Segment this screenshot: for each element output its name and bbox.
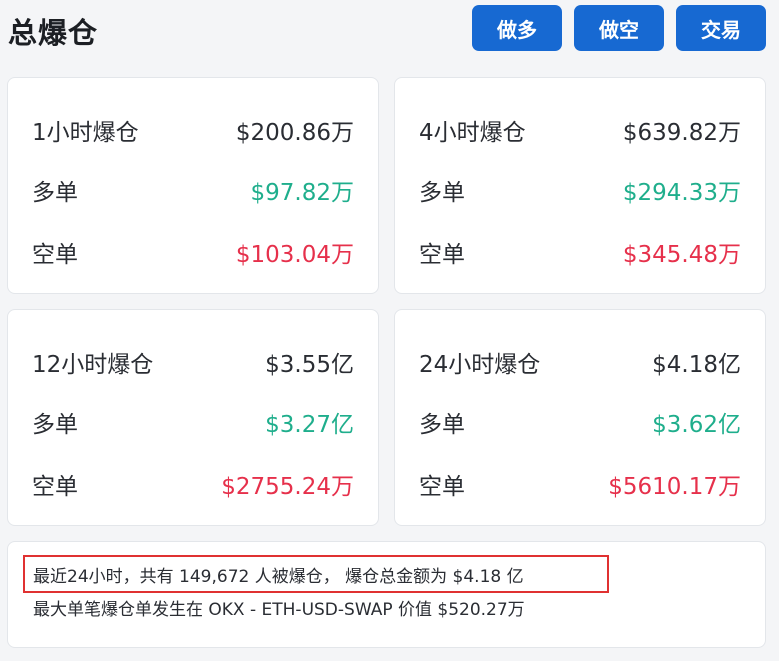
long-value: $294.33万	[622, 180, 741, 206]
card-long-row: 多单 $3.62亿	[419, 405, 741, 439]
summary-line-24h: 最近24小时，共有 149,672 人被爆仓， 爆仓总金额为 $4.18 亿	[33, 567, 524, 587]
long-label: 多单	[419, 180, 465, 206]
card-total-row: 1小时爆仓 $200.86万	[32, 113, 354, 147]
page-title: 总爆仓	[8, 16, 99, 50]
short-value: $345.48万	[622, 242, 741, 268]
trade-button[interactable]: 交易	[676, 5, 766, 51]
short-label: 空单	[32, 242, 78, 268]
card-long-row: 多单 $294.33万	[419, 173, 741, 207]
card-period-label: 24小时爆仓	[419, 352, 541, 378]
card-total-value: $200.86万	[235, 120, 354, 146]
short-value: $5610.17万	[608, 474, 741, 500]
short-button[interactable]: 做空	[574, 5, 664, 51]
short-label: 空单	[32, 474, 78, 500]
liquidation-page: 总爆仓 做多 做空 交易 1小时爆仓 $200.86万 多单 $97.82万 空…	[0, 0, 779, 661]
liquidation-card-4h: 4小时爆仓 $639.82万 多单 $294.33万 空单 $345.48万	[394, 77, 766, 294]
card-period-label: 4小时爆仓	[419, 120, 526, 146]
short-value: $2755.24万	[221, 474, 354, 500]
liquidation-card-1h: 1小时爆仓 $200.86万 多单 $97.82万 空单 $103.04万	[7, 77, 379, 294]
summary-panel: 最近24小时，共有 149,672 人被爆仓， 爆仓总金额为 $4.18 亿 最…	[7, 541, 766, 648]
long-label: 多单	[419, 412, 465, 438]
card-period-label: 1小时爆仓	[32, 120, 139, 146]
card-long-row: 多单 $97.82万	[32, 173, 354, 207]
long-value: $3.62亿	[652, 412, 741, 438]
liquidation-card-12h: 12小时爆仓 $3.55亿 多单 $3.27亿 空单 $2755.24万	[7, 309, 379, 526]
short-label: 空单	[419, 242, 465, 268]
long-label: 多单	[32, 180, 78, 206]
card-short-row: 空单 $5610.17万	[419, 467, 741, 501]
card-total-row: 4小时爆仓 $639.82万	[419, 113, 741, 147]
card-period-label: 12小时爆仓	[32, 352, 154, 378]
short-label: 空单	[419, 474, 465, 500]
card-total-row: 24小时爆仓 $4.18亿	[419, 345, 741, 379]
card-long-row: 多单 $3.27亿	[32, 405, 354, 439]
short-value: $103.04万	[235, 242, 354, 268]
summary-line-largest: 最大单笔爆仓单发生在 OKX - ETH-USD-SWAP 价值 $520.27…	[33, 600, 525, 620]
long-value: $3.27亿	[265, 412, 354, 438]
card-short-row: 空单 $2755.24万	[32, 467, 354, 501]
card-total-value: $639.82万	[622, 120, 741, 146]
card-total-value: $3.55亿	[265, 352, 354, 378]
card-short-row: 空单 $345.48万	[419, 235, 741, 269]
card-short-row: 空单 $103.04万	[32, 235, 354, 269]
long-button[interactable]: 做多	[472, 5, 562, 51]
long-label: 多单	[32, 412, 78, 438]
liquidation-card-24h: 24小时爆仓 $4.18亿 多单 $3.62亿 空单 $5610.17万	[394, 309, 766, 526]
long-value: $97.82万	[250, 180, 354, 206]
card-total-value: $4.18亿	[652, 352, 741, 378]
header: 总爆仓 做多 做空 交易	[0, 0, 779, 60]
card-total-row: 12小时爆仓 $3.55亿	[32, 345, 354, 379]
